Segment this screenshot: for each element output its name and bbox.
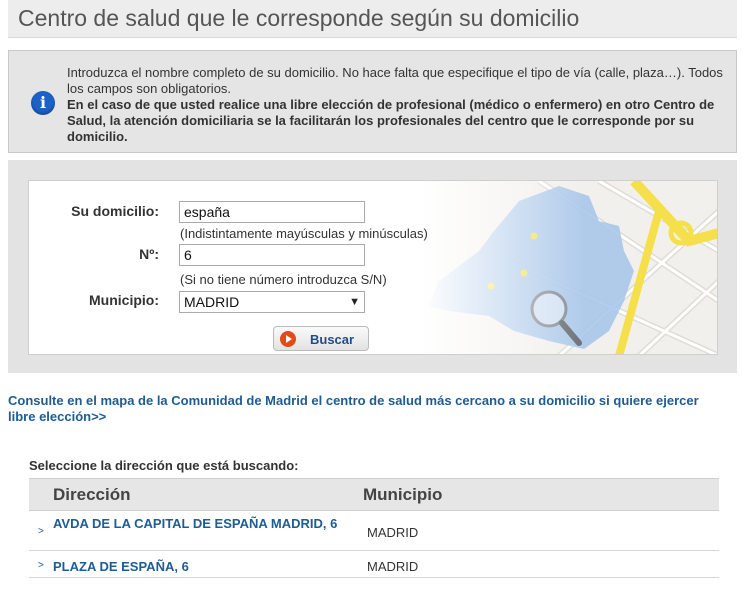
domicilio-label: Su domicilio: <box>71 203 159 219</box>
info-text-normal: Introduzca el nombre completo de su domi… <box>67 65 723 96</box>
numero-input[interactable]: 6 <box>179 244 365 266</box>
play-icon <box>280 331 296 347</box>
page-header: Centro de salud que le corresponde según… <box>8 0 737 38</box>
search-button[interactable]: Buscar <box>273 326 369 351</box>
page-title: Centro de salud que le corresponde según… <box>18 5 580 31</box>
search-panel: Su domicilio: españa (Indistintamente ma… <box>8 160 737 373</box>
municipio-select[interactable]: MADRID ▼ <box>179 291 365 313</box>
numero-label: Nº: <box>139 246 159 262</box>
info-text-bold: En el caso de que usted realice una libr… <box>67 97 715 144</box>
dropdown-arrow-icon: ▼ <box>349 296 360 308</box>
info-box: i Introduzca el nombre completo de su do… <box>8 50 737 153</box>
row-address-link[interactable]: PLAZA DE ESPAÑA, 6 <box>53 559 363 575</box>
results-table-header: Dirección Municipio <box>29 478 719 511</box>
info-icon: i <box>31 91 55 115</box>
row-municipio: MADRID <box>367 559 419 574</box>
row-municipio: MADRID <box>367 525 419 540</box>
row-arrow-icon: > <box>38 526 44 537</box>
results-label: Seleccione la dirección que está buscand… <box>29 458 299 473</box>
map-link[interactable]: Consulte en el mapa de la Comunidad de M… <box>8 393 728 425</box>
municipio-selected-value: MADRID <box>184 294 240 310</box>
row-arrow-icon: > <box>38 560 44 571</box>
table-row: > AVDA DE LA CAPITAL DE ESPAÑA MADRID, 6… <box>29 510 719 551</box>
info-text: Introduzca el nombre completo de su domi… <box>67 65 727 145</box>
table-row: > PLAZA DE ESPAÑA, 6 MADRID <box>29 551 719 578</box>
search-button-label: Buscar <box>310 332 355 347</box>
row-address-link[interactable]: AVDA DE LA CAPITAL DE ESPAÑA MADRID, 6 <box>53 516 363 532</box>
search-form: Su domicilio: españa (Indistintamente ma… <box>28 180 718 355</box>
domicilio-input[interactable]: españa <box>179 201 365 223</box>
column-header-direccion: Dirección <box>53 485 131 504</box>
madrid-map-illustration <box>419 181 717 354</box>
municipio-label: Municipio: <box>89 292 159 308</box>
column-header-municipio: Municipio <box>363 485 443 504</box>
numero-hint: (Si no tiene número introduzca S/N) <box>180 272 387 287</box>
domicilio-hint: (Indistintamente mayúsculas y minúsculas… <box>180 226 428 241</box>
